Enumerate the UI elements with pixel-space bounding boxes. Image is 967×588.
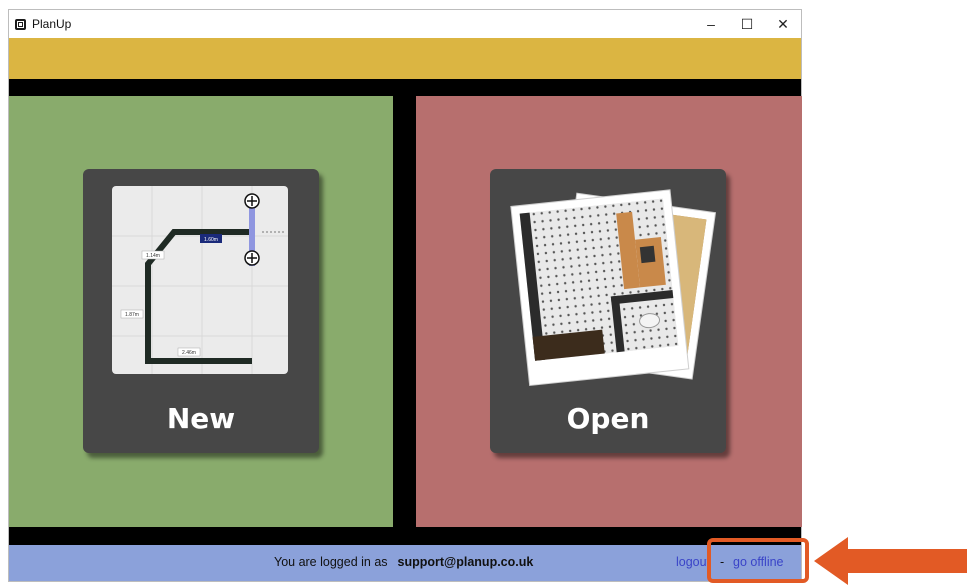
dimension-label-bottom: 2.46m (182, 350, 196, 356)
status-bar: You are logged in as support@planup.co.uk… (9, 545, 801, 581)
highlight-box (707, 538, 809, 583)
app-window: PlanUp – ☐ ✕ 1.60m 1.14m 1.87m 2.46m New… (8, 9, 802, 582)
arrow-icon (814, 537, 967, 585)
planup-app-icon (15, 18, 26, 30)
maximize-button[interactable]: ☐ (729, 10, 765, 38)
login-status-prefix: You are logged in as (274, 555, 388, 569)
open-label: Open (566, 402, 650, 435)
open-panel[interactable]: Open (416, 96, 802, 527)
dimension-label-top: 1.60m (204, 237, 218, 243)
close-button[interactable]: ✕ (765, 10, 801, 38)
top-toolbar-bar (9, 38, 801, 79)
new-panel[interactable]: 1.60m 1.14m 1.87m 2.46m New (9, 96, 393, 527)
window-title: PlanUp (32, 17, 72, 31)
floor-plan-thumbnail: 1.60m 1.14m 1.87m 2.46m (112, 186, 288, 374)
window-controls: – ☐ ✕ (693, 10, 801, 38)
login-status: You are logged in as support@planup.co.uk (274, 555, 533, 569)
new-plan-button[interactable]: 1.60m 1.14m 1.87m 2.46m New (83, 169, 319, 453)
dimension-label-left: 1.87m (125, 312, 139, 318)
logged-in-user: support@planup.co.uk (397, 555, 534, 569)
logout-link[interactable]: logout (676, 555, 710, 569)
new-label: New (166, 402, 236, 435)
title-bar: PlanUp – ☐ ✕ (9, 10, 801, 38)
minimize-button[interactable]: – (693, 10, 729, 38)
photos-thumbnail (506, 179, 717, 389)
dimension-label-diagonal: 1.14m (146, 253, 160, 259)
open-plan-button[interactable]: Open (490, 169, 726, 453)
